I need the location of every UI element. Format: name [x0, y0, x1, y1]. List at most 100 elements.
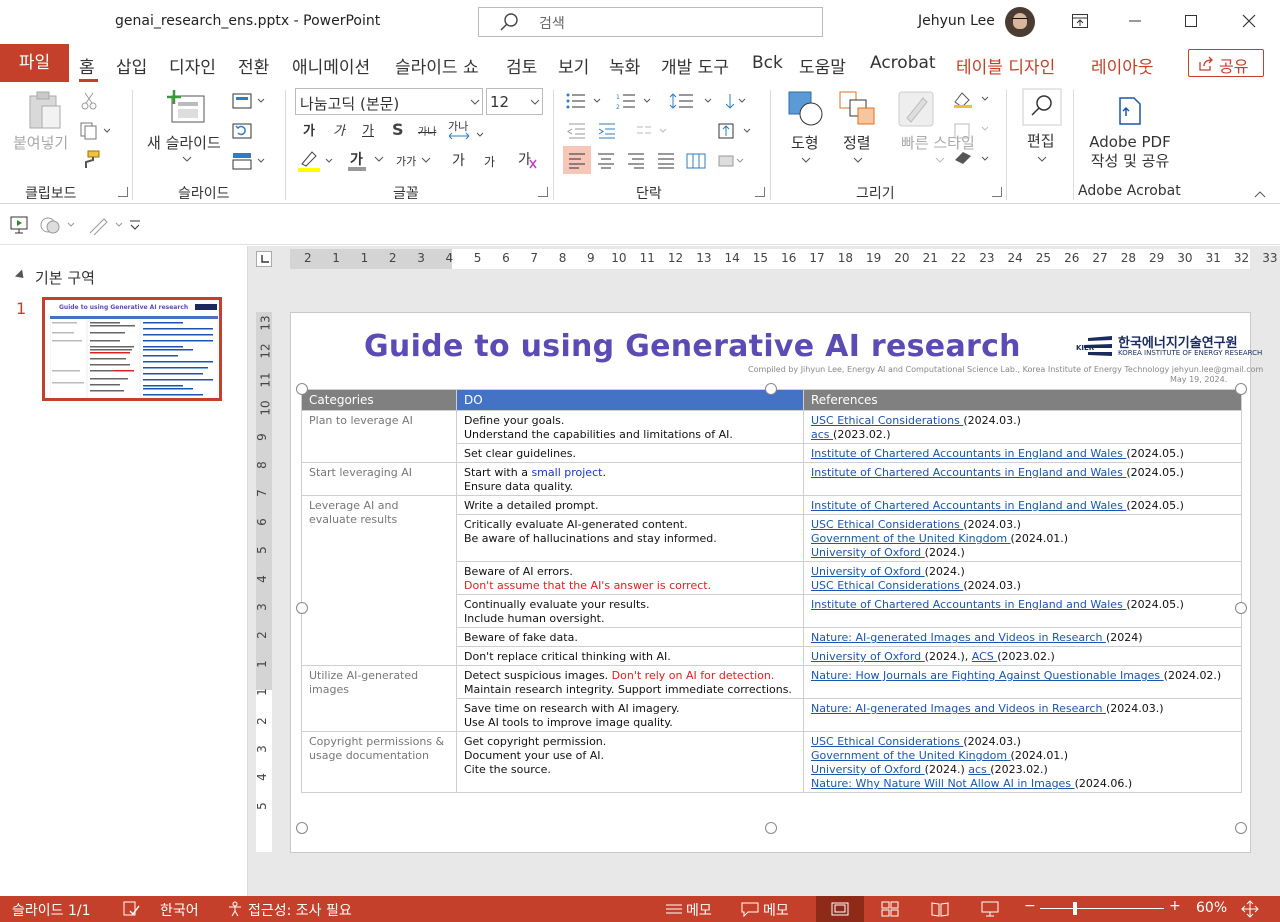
arrange-icon[interactable]: [838, 90, 878, 128]
section-icon[interactable]: [232, 152, 268, 170]
reset-icon[interactable]: [232, 122, 254, 140]
layout-icon[interactable]: [232, 92, 268, 110]
reference-link[interactable]: Nature: AI-generated Images and Videos i…: [811, 702, 1106, 715]
do-cell[interactable]: Don't replace critical thinking with AI.: [456, 646, 804, 666]
references-cell[interactable]: USC Ethical Considerations (2024.03.) Gov…: [803, 514, 1242, 562]
indent-buttons-row[interactable]: [565, 122, 755, 140]
reference-link[interactable]: USC Ethical Considerations: [811, 579, 963, 592]
share-button[interactable]: 공유: [1188, 49, 1264, 77]
chevron-down-icon[interactable]: [374, 156, 384, 162]
new-slide-label[interactable]: 새 슬라이드: [147, 132, 221, 153]
tab-animations[interactable]: 애니메이션: [292, 53, 370, 78]
shadow-button[interactable]: S: [392, 120, 404, 139]
customize-qat-icon[interactable]: [128, 219, 142, 231]
header-categories[interactable]: Categories: [301, 389, 457, 411]
resize-handle-ne[interactable]: [1235, 383, 1247, 395]
shapes-dropdown-icon[interactable]: [40, 215, 80, 235]
references-cell[interactable]: University of Oxford (2024.), ACS (2023.…: [803, 646, 1242, 666]
tab-developer[interactable]: 개발 도구: [661, 53, 729, 78]
reference-link[interactable]: acs: [968, 763, 990, 776]
category-cell[interactable]: Copyright permissions & usage documentat…: [301, 731, 457, 793]
arrange-label[interactable]: 정렬: [843, 132, 871, 153]
slideshow-start-icon[interactable]: [9, 215, 29, 235]
tab-selector-button[interactable]: [256, 251, 272, 267]
tab-home[interactable]: 홈: [79, 53, 95, 78]
bold-button[interactable]: 가: [303, 120, 315, 139]
header-do[interactable]: DO: [456, 389, 804, 411]
list-buttons-row[interactable]: 12: [565, 92, 745, 110]
references-cell[interactable]: University of Oxford (2024.) USC Ethical …: [803, 561, 1242, 595]
zoom-in-button[interactable]: +: [1169, 898, 1181, 914]
paragraph-launcher[interactable]: [755, 187, 765, 197]
font-size-select[interactable]: 12: [486, 88, 543, 115]
category-cell[interactable]: Plan to leverage AI: [301, 410, 457, 463]
tab-record[interactable]: 녹화: [609, 53, 640, 78]
slide-sorter-icon[interactable]: [881, 901, 899, 917]
references-cell[interactable]: Nature: AI-generated Images and Videos i…: [803, 698, 1242, 732]
do-cell[interactable]: Write a detailed prompt.: [456, 495, 804, 515]
spelling-icon[interactable]: [122, 901, 140, 917]
resize-handle-n[interactable]: [765, 383, 777, 395]
shapes-label[interactable]: 도형: [791, 132, 819, 153]
find-icon[interactable]: [1022, 88, 1062, 126]
strikethrough-button[interactable]: 가나: [418, 123, 436, 138]
chevron-down-icon[interactable]: [182, 156, 192, 162]
slide-title[interactable]: Guide to using Generative AI research: [364, 329, 1021, 364]
references-cell[interactable]: USC Ethical Considerations (2024.03.) Gov…: [803, 731, 1242, 793]
drawing-launcher[interactable]: [992, 187, 1002, 197]
tab-acrobat[interactable]: Acrobat: [870, 53, 936, 73]
align-buttons-row[interactable]: [565, 152, 745, 170]
tab-help[interactable]: 도움말: [799, 53, 846, 78]
editing-label[interactable]: 편집: [1027, 130, 1055, 151]
references-cell[interactable]: Institute of Chartered Accountants in En…: [803, 594, 1242, 628]
references-cell[interactable]: Nature: How Journals are Fighting Agains…: [803, 665, 1242, 699]
resize-handle-w[interactable]: [296, 602, 308, 614]
reference-link[interactable]: Government of the United Kingdom: [811, 532, 1011, 545]
notes-icon[interactable]: [664, 902, 684, 916]
category-cell[interactable]: Start leveraging AI: [301, 462, 457, 496]
reference-link[interactable]: University of Oxford: [811, 650, 925, 663]
adobe-create-share[interactable]: Adobe PDF 작성 및 공유: [1087, 133, 1173, 171]
shape-format-buttons[interactable]: [952, 90, 992, 168]
reference-link[interactable]: USC Ethical Considerations: [811, 414, 963, 427]
references-cell[interactable]: USC Ethical Considerations (2024.03.) acs…: [803, 410, 1242, 444]
reference-link[interactable]: ACS: [972, 650, 998, 663]
tab-design[interactable]: 디자인: [169, 53, 216, 78]
tab-slideshow[interactable]: 슬라이드 쇼: [395, 53, 479, 78]
resize-handle-se[interactable]: [1235, 822, 1247, 834]
font-family-select[interactable]: 나눔고딕 (본문): [295, 88, 483, 115]
header-references[interactable]: References: [803, 389, 1242, 411]
do-cell[interactable]: Define your goals. Understand the capabil…: [456, 410, 804, 444]
category-cell[interactable]: Leverage AI and evaluate results: [301, 495, 457, 666]
copy-icon[interactable]: [80, 122, 110, 140]
normal-view-button[interactable]: [816, 896, 864, 922]
do-cell[interactable]: Beware of fake data.: [456, 627, 804, 647]
resize-handle-nw[interactable]: [296, 383, 308, 395]
close-button[interactable]: [1222, 0, 1278, 44]
tab-bck[interactable]: Bck: [752, 53, 783, 73]
font-launcher[interactable]: [538, 187, 548, 197]
vertical-ruler[interactable]: 13 12 11 10 9 8 7 6 5 4 3 2 1 1 2 3 4 5: [255, 312, 273, 852]
reference-link[interactable]: Nature: AI-generated Images and Videos i…: [811, 631, 1106, 644]
tab-insert[interactable]: 삽입: [116, 53, 147, 78]
font-color-button[interactable]: 가: [350, 149, 363, 169]
highlight-icon[interactable]: [298, 150, 338, 172]
accessibility-icon[interactable]: [226, 901, 244, 917]
quick-styles-icon[interactable]: [897, 90, 937, 128]
section-name[interactable]: 기본 구역: [35, 267, 95, 288]
tab-file[interactable]: 파일: [0, 44, 69, 82]
reference-link[interactable]: USC Ethical Considerations: [811, 518, 963, 531]
do-cell[interactable]: Detect suspicious images. Don't rely on …: [456, 665, 804, 699]
zoom-level[interactable]: 60%: [1196, 900, 1227, 916]
avatar[interactable]: [1005, 7, 1035, 37]
chevron-down-icon[interactable]: [801, 157, 811, 163]
draw-dropdown-icon[interactable]: [88, 215, 128, 235]
language-indicator[interactable]: 한국어: [160, 900, 199, 920]
user-name[interactable]: Jehyun Lee: [918, 13, 995, 29]
reference-link[interactable]: USC Ethical Considerations: [811, 735, 963, 748]
paste-label[interactable]: 붙여넣기: [13, 132, 68, 153]
tab-view[interactable]: 보기: [558, 53, 589, 78]
ribbon-display-button[interactable]: [1052, 0, 1108, 44]
do-cell[interactable]: Beware of AI errors. Don't assume that th…: [456, 561, 804, 595]
tab-review[interactable]: 검토: [506, 53, 537, 78]
